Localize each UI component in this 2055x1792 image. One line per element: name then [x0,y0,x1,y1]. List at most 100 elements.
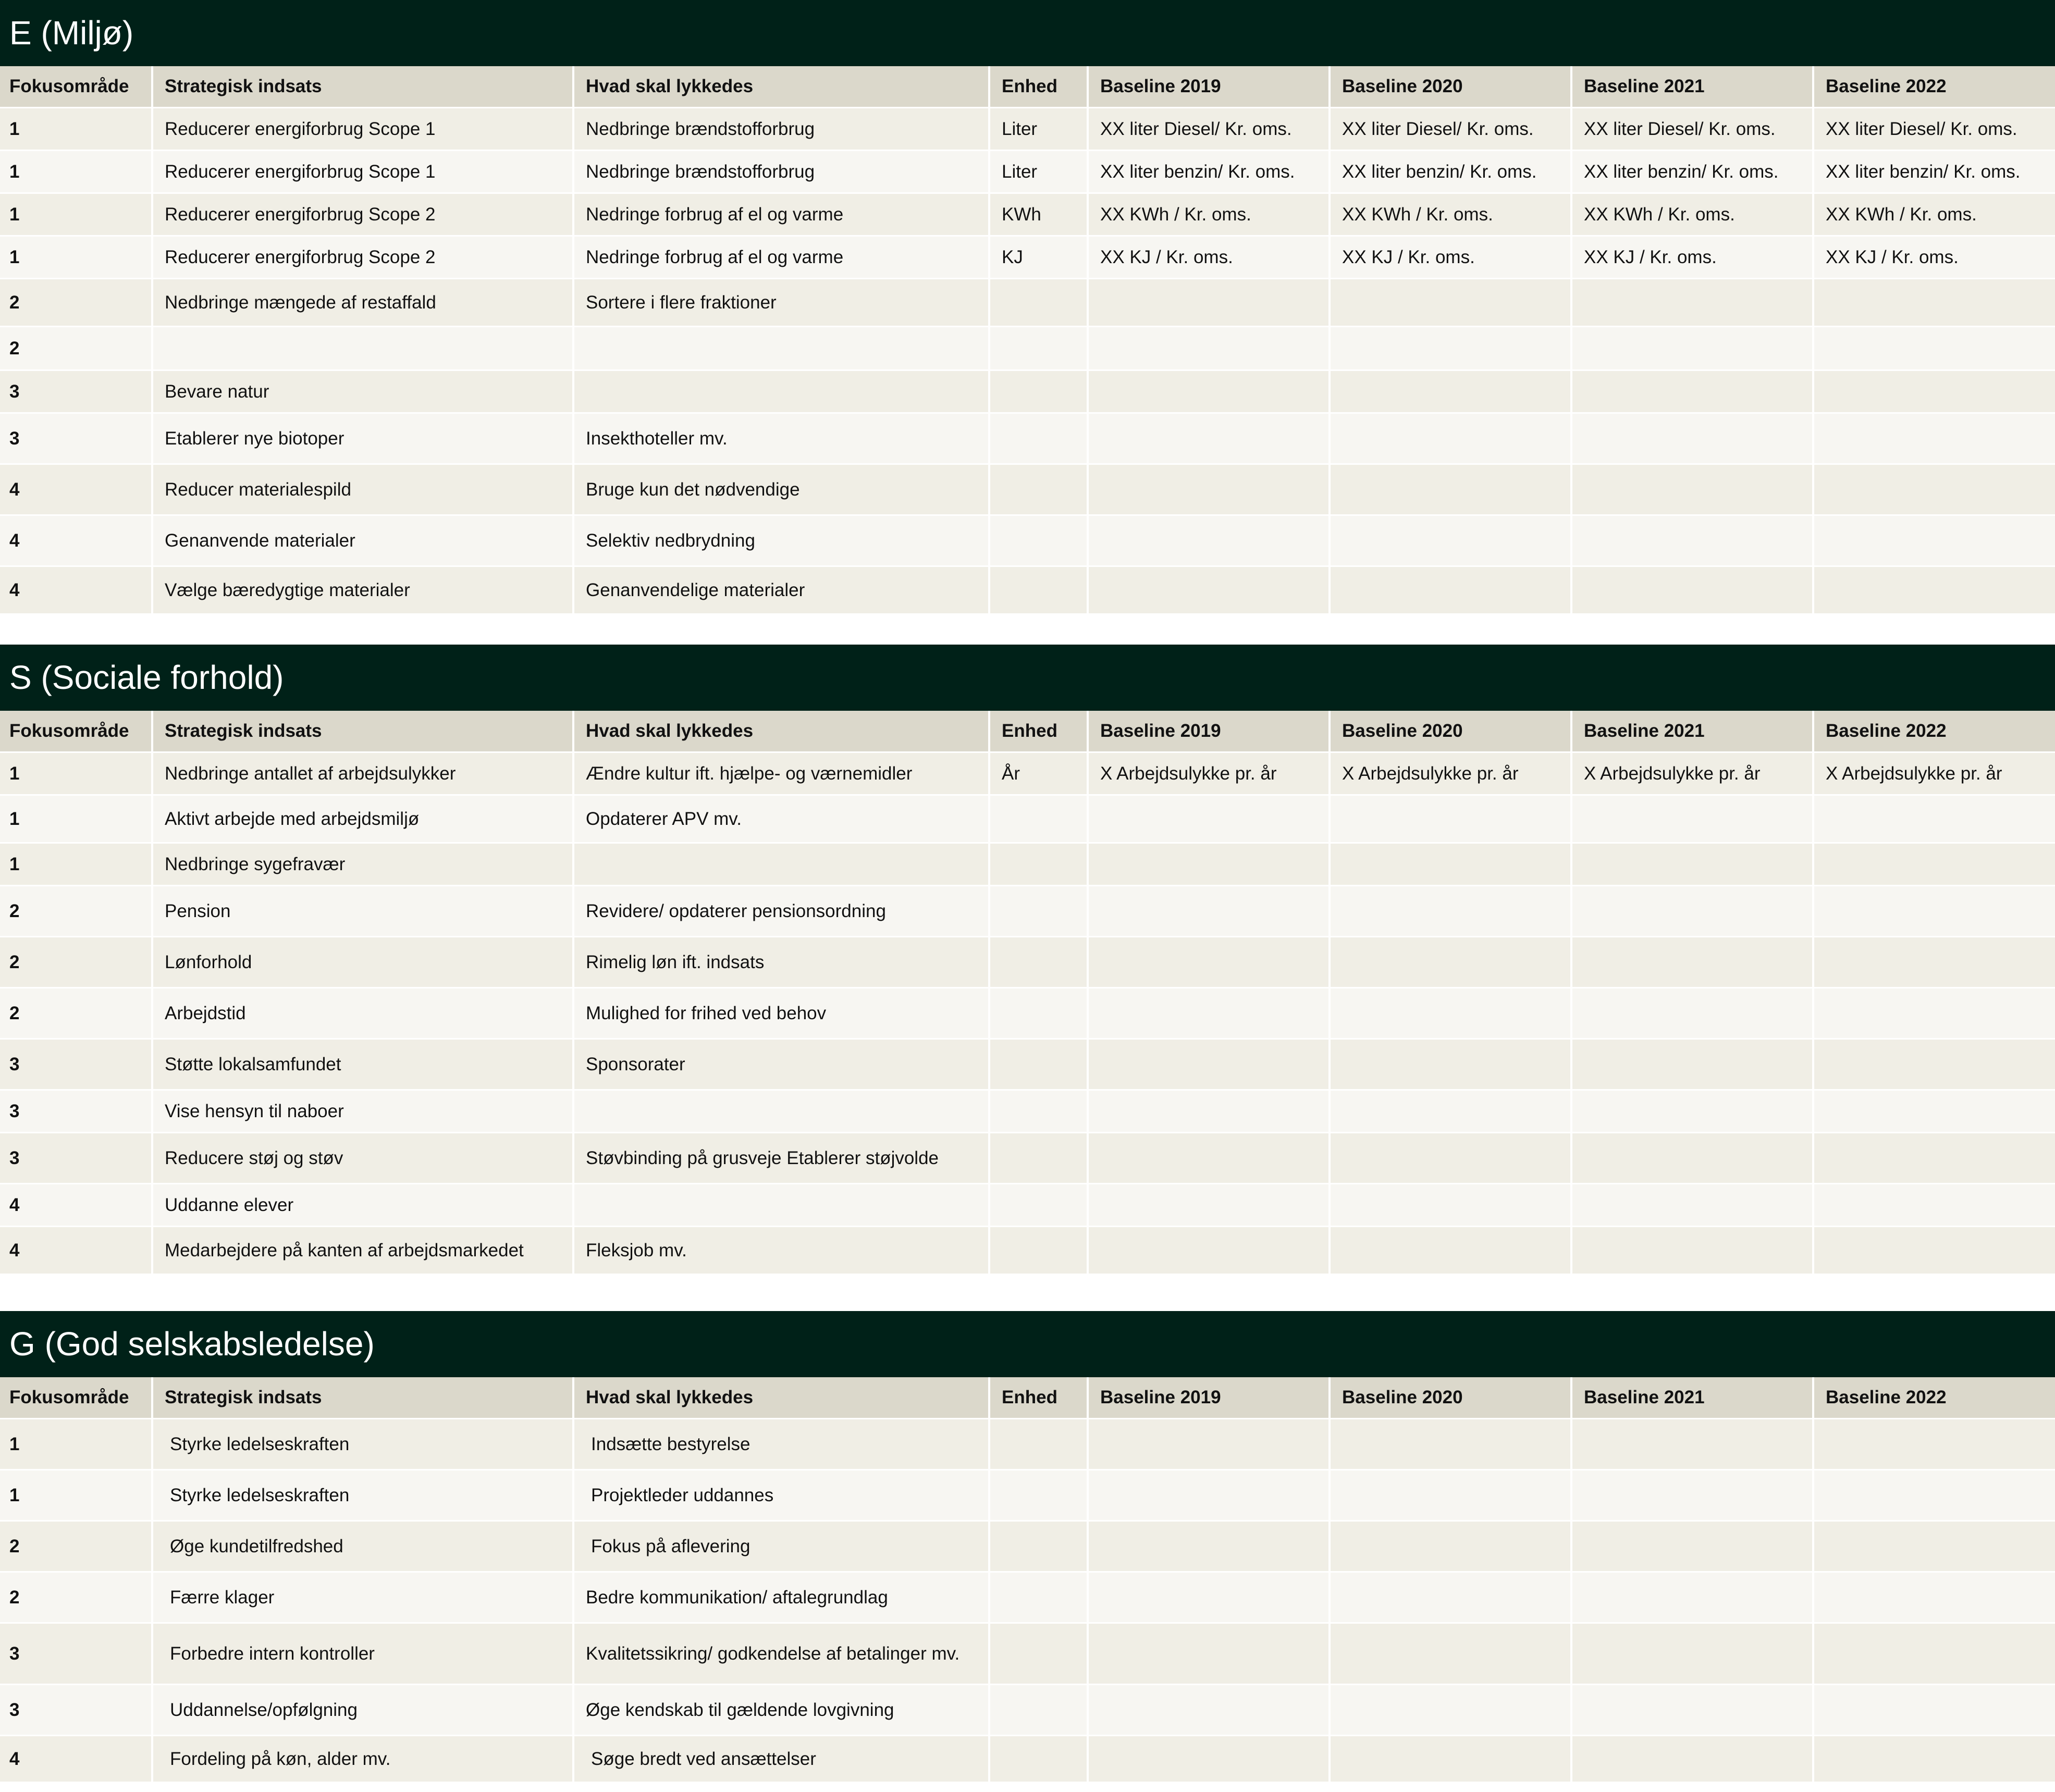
cell-baseline-2020 [1328,515,1571,567]
cell-baseline-2020 [1328,566,1571,615]
cell-baseline-2020 [1328,1183,1571,1227]
cell-strategy: Styrke ledelseskraften [151,1469,573,1522]
cell-strategy: Reducerer energiforbrug Scope 2 [151,193,573,237]
table-row: 2 Pension Revidere/ opdaterer pensionsordn… [0,885,2055,937]
cell-fokus: 2 [0,1521,152,1573]
cell-baseline-2019 [1087,1623,1330,1685]
cell-baseline-2021 [1570,515,1813,567]
cell-baseline-2020: XX liter benzin/ Kr. oms. [1328,150,1571,194]
environment-table: Fokusområde Strategisk indsats Hvad skal l… [0,66,2055,615]
cell-baseline-2019: XX liter benzin/ Kr. oms. [1087,150,1330,194]
cell-baseline-2020 [1328,464,1571,516]
social-table: Fokusområde Strategisk indsats Hvad skal l… [0,711,2055,1275]
cell-baseline-2019 [1087,413,1330,465]
cell-unit [988,1572,1088,1624]
cell-unit [988,936,1088,988]
cell-baseline-2019 [1087,464,1330,516]
cell-baseline-2020: XX liter Diesel/ Kr. oms. [1328,107,1571,151]
cell-fokus: 2 [0,936,152,988]
cell-goal: Søge bredt ved ansættelser [572,1735,989,1783]
cell-baseline-2019 [1087,1090,1330,1133]
cell-fokus: 2 [0,326,152,371]
column-header-baseline-2022: Baseline 2022 [1812,711,2055,753]
cell-baseline-2020: X Arbejdsulykke pr. år [1328,752,1571,796]
cell-baseline-2019 [1087,1132,1330,1184]
cell-fokus: 3 [0,1132,152,1184]
table-row: 4 Vælge bæredygtige materialer Genanvendel… [0,566,2055,615]
cell-goal [572,1183,989,1227]
cell-baseline-2022 [1812,370,2055,414]
cell-goal: Bedre kommunikation/ aftalegrundlag [572,1572,989,1624]
cell-baseline-2021 [1570,566,1813,615]
cell-baseline-2019 [1087,1039,1330,1091]
cell-goal: Nedbringe brændstofforbrug [572,150,989,194]
cell-baseline-2020 [1328,1623,1571,1685]
table-row: 1 Reducerer energiforbrug Scope 1 Nedbring… [0,107,2055,151]
cell-unit [988,1090,1088,1133]
cell-unit [988,1183,1088,1227]
cell-baseline-2021: XX liter Diesel/ Kr. oms. [1570,107,1813,151]
cell-strategy: Uddannelse/opfølgning [151,1684,573,1736]
cell-strategy: Bevare natur [151,370,573,414]
cell-strategy: Uddanne elever [151,1183,573,1227]
cell-baseline-2020 [1328,278,1571,327]
table-body: 1 Nedbringe antallet af arbejdsulykker Ænd… [0,752,2055,1275]
cell-baseline-2021 [1570,795,1813,844]
cell-baseline-2019 [1087,885,1330,937]
cell-fokus: 4 [0,515,152,567]
cell-baseline-2021: XX KWh / Kr. oms. [1570,193,1813,237]
cell-unit [988,1521,1088,1573]
table-row: 3 Reducere støj og støv Støvbinding på gru… [0,1132,2055,1184]
cell-baseline-2021 [1570,843,1813,886]
cell-baseline-2019 [1087,1572,1330,1624]
cell-baseline-2022: XX KJ / Kr. oms. [1812,236,2055,279]
cell-baseline-2022 [1812,566,2055,615]
cell-baseline-2022 [1812,413,2055,465]
cell-baseline-2020 [1328,1684,1571,1736]
cell-unit: År [988,752,1088,796]
cell-goal: Nedringe forbrug af el og varme [572,193,989,237]
header-row: Fokusområde Strategisk indsats Hvad skal l… [0,66,2055,108]
cell-strategy: Reducerer energiforbrug Scope 1 [151,150,573,194]
cell-fokus: 1 [0,795,152,844]
cell-baseline-2022 [1812,464,2055,516]
cell-fokus: 4 [0,1183,152,1227]
cell-baseline-2021: XX KJ / Kr. oms. [1570,236,1813,279]
column-header-baseline-2019: Baseline 2019 [1087,1377,1330,1419]
table-header: Fokusområde Strategisk indsats Hvad skal l… [0,1377,2055,1419]
cell-baseline-2022 [1812,1623,2055,1685]
cell-goal: Ændre kultur ift. hjælpe- og værnemidler [572,752,989,796]
cell-strategy: Vise hensyn til naboer [151,1090,573,1133]
cell-baseline-2019: XX liter Diesel/ Kr. oms. [1087,107,1330,151]
cell-baseline-2019 [1087,1226,1330,1275]
cell-goal: Støvbinding på grusveje Etablerer støjvo… [572,1132,989,1184]
cell-goal: Selektiv nedbrydning [572,515,989,567]
cell-goal: Indsætte bestyrelse [572,1418,989,1470]
table-row: 2 Nedbringe mængede af restaffald Sortere … [0,278,2055,327]
column-header-fokus: Fokusområde [0,711,152,753]
column-header-baseline-2022: Baseline 2022 [1812,66,2055,108]
column-header-strategy: Strategisk indsats [151,711,573,753]
cell-unit [988,1623,1088,1685]
column-header-fokus: Fokusområde [0,66,152,108]
cell-baseline-2022 [1812,1226,2055,1275]
table-body: 1 Reducerer energiforbrug Scope 1 Nedbring… [0,107,2055,615]
cell-baseline-2020: XX KJ / Kr. oms. [1328,236,1571,279]
cell-baseline-2022 [1812,1684,2055,1736]
cell-unit [988,885,1088,937]
cell-baseline-2021 [1570,370,1813,414]
cell-strategy: Lønforhold [151,936,573,988]
cell-baseline-2022: XX KWh / Kr. oms. [1812,193,2055,237]
cell-strategy: Øge kundetilfredshed [151,1521,573,1573]
table-row: 3 Vise hensyn til naboer [0,1090,2055,1133]
table-row: 4 Fordeling på køn, alder mv. Søge bredt v… [0,1735,2055,1783]
cell-goal [572,1090,989,1133]
cell-strategy: Medarbejdere på kanten af arbejdsmarkede… [151,1226,573,1275]
table-row: 3 Etablerer nye biotoper Insekthoteller mv… [0,413,2055,465]
table-row: 1 Styrke ledelseskraften Indsætte bestyrel… [0,1418,2055,1470]
cell-baseline-2022 [1812,1469,2055,1522]
cell-fokus: 2 [0,1572,152,1624]
cell-baseline-2021 [1570,1521,1813,1573]
cell-baseline-2021 [1570,1684,1813,1736]
cell-goal: Genanvendelige materialer [572,566,989,615]
